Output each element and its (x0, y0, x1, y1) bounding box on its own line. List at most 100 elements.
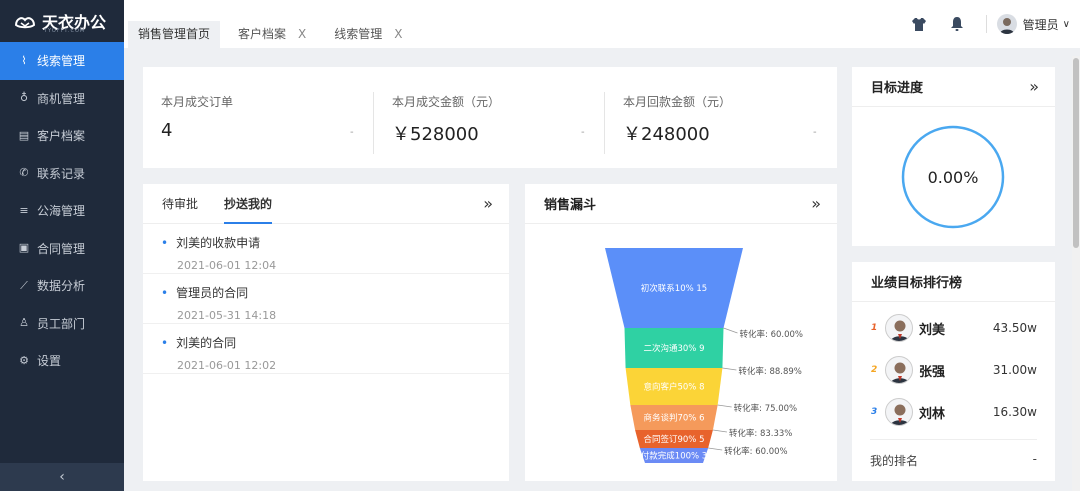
more-icon[interactable]: » (1029, 77, 1039, 96)
sidebar-item-label: 合同管理 (37, 241, 86, 256)
item-time: 2021-06-01 12:04 (177, 259, 277, 272)
stat-value: ￥248000 (623, 124, 710, 145)
bullet-icon: • (161, 286, 169, 300)
sidebar-item-8[interactable]: ⚙ 设置 (0, 342, 124, 380)
contract-icon: ▣ (18, 241, 30, 255)
rank-number: 2 (871, 365, 878, 375)
item-time: 2021-05-31 14:18 (177, 309, 277, 322)
list-item[interactable]: • 管理员的合同 2021-05-31 14:18 (143, 274, 509, 324)
item-title-text: 刘美的合同 (176, 336, 237, 350)
item-title-text: 刘美的收款申请 (176, 236, 261, 250)
stat-orders: 本月成交订单 4 (161, 93, 233, 141)
progress-text: 0.00% (928, 168, 979, 187)
list-item[interactable]: • 刘美的合同 2021-06-01 12:02 (143, 324, 509, 374)
more-icon[interactable]: » (811, 194, 821, 213)
bell-icon[interactable] (948, 15, 966, 33)
item-title: • 刘美的收款申请 (161, 234, 509, 251)
sidebar-item-5[interactable]: ▣ 合同管理 (0, 230, 124, 268)
close-icon[interactable]: X (394, 21, 402, 48)
conversion-leader-line (722, 367, 737, 371)
card-title: 销售漏斗 (544, 198, 597, 213)
stat-value: ￥528000 (392, 124, 479, 145)
sidebar-item-label: 线索管理 (37, 54, 86, 69)
card-title: 业绩目标排行榜 (871, 276, 963, 291)
scrollbar-thumb[interactable] (1073, 58, 1079, 248)
sidebar-item-7[interactable]: ♙ 员工部门 (0, 305, 124, 343)
tab-2[interactable]: 线索管理 X (324, 21, 412, 48)
stat-trend: - (581, 127, 585, 138)
tab-1[interactable]: 客户档案 X (228, 21, 316, 48)
stat-trend: - (813, 127, 817, 138)
sidebar-item-label: 公海管理 (37, 204, 86, 219)
conversion-rate-label: 转化率: 83.33% (729, 428, 792, 439)
user-menu-caret-icon[interactable]: ∨ (1063, 19, 1070, 30)
file-icon: ▤ (18, 128, 30, 142)
scrollbar[interactable] (1072, 56, 1080, 491)
bullet-icon: • (161, 336, 169, 350)
topbar: 销售管理首页 客户档案 X 线索管理 X 管理员 ∨ (124, 0, 1080, 48)
tab-label: 销售管理首页 (138, 27, 211, 41)
funnel-card: 销售漏斗 » 初次联系10% 15 转化率: 60.00% 二次沟通30% 9 转化率… (525, 184, 837, 481)
user-name[interactable]: 管理员 (1023, 16, 1059, 33)
list-icon: ≡ (19, 203, 29, 217)
item-time: 2021-06-01 12:02 (177, 359, 277, 372)
item-title-text: 管理员的合同 (176, 286, 249, 300)
stat-trend: - (350, 127, 354, 138)
rank-number: 1 (871, 323, 878, 333)
stat-payment: 本月回款金额（元） ￥248000 (623, 93, 731, 146)
conversion-rate-label: 转化率: 75.00% (734, 403, 797, 414)
rank-name: 刘美 (919, 322, 946, 338)
funnel-stage-label: 初次联系10% 15 (641, 283, 707, 294)
conversion-rate-label: 转化率: 88.89% (738, 366, 801, 377)
bulb-icon: ♁ (19, 91, 29, 105)
funnel-stage-label: 合同签订90% 5 (643, 434, 704, 445)
list-item[interactable]: • 刘美的收款申请 2021-06-01 12:04 (143, 224, 509, 274)
sidebar-item-4[interactable]: ≡ 公海管理 (0, 192, 124, 230)
more-icon[interactable]: » (483, 194, 493, 213)
avatar (885, 314, 913, 342)
stat-label: 本月成交订单 (161, 95, 234, 109)
gear-icon: ⚙ (19, 353, 29, 367)
divider (373, 92, 374, 154)
sidebar-item-6[interactable]: ⟋ 数据分析 (0, 267, 124, 305)
close-icon[interactable]: X (298, 21, 306, 48)
conversion-leader-line (717, 404, 732, 408)
stat-label: 本月回款金额（元） (623, 95, 732, 109)
logo-subtitle: TYOFFT.COM (44, 28, 86, 34)
sidebar-item-label: 设置 (37, 354, 62, 369)
rank-value: 31.00w (992, 363, 1037, 377)
tab-0[interactable]: 销售管理首页 (128, 21, 221, 48)
shirt-icon[interactable] (910, 15, 928, 33)
sidebar-item-3[interactable]: ✆ 联系记录 (0, 155, 124, 193)
funnel-stage-label: 二次沟通30% 9 (643, 343, 704, 354)
goal-progress-ring: 0.00% (901, 125, 1005, 229)
stat-value: 4 (161, 120, 173, 141)
logo[interactable]: 天衣办公 (0, 0, 124, 42)
tab-cc-me[interactable]: 抄送我的 (224, 184, 273, 224)
rank-row[interactable]: 2 张强 31.00w (852, 349, 1055, 391)
stat-label: 本月成交金额（元） (392, 95, 501, 109)
sidebar-item-0[interactable]: ⌇ 线索管理 (0, 42, 124, 80)
rank-row[interactable]: 3 刘林 16.30w (852, 391, 1055, 433)
funnel-stage-label: 商务谈判70% 6 (643, 413, 704, 424)
user-icon: ♙ (19, 316, 29, 330)
sidebar-item-label: 客户档案 (37, 129, 86, 144)
sidebar-collapse-button[interactable]: ‹ (0, 463, 124, 491)
conversion-leader-line (708, 447, 723, 451)
sidebar-item-label: 员工部门 (37, 316, 86, 331)
conversion-rate-label: 转化率: 60.00% (740, 329, 803, 340)
phone-icon: ✆ (19, 166, 29, 180)
avatar (885, 356, 913, 384)
rank-row[interactable]: 1 刘美 43.50w (852, 307, 1055, 349)
conversion-leader-line (712, 429, 727, 433)
funnel-stage-label: 付款完成100% 3 (641, 451, 707, 462)
tab-pending[interactable]: 待审批 (162, 184, 198, 224)
sidebar-item-1[interactable]: ♁ 商机管理 (0, 80, 124, 118)
rank-name: 刘林 (919, 406, 946, 422)
avatar[interactable] (996, 14, 1017, 34)
sidebar-item-label: 商机管理 (37, 91, 86, 106)
sidebar-item-2[interactable]: ▤ 客户档案 (0, 117, 124, 155)
stat-amount: 本月成交金额（元） ￥528000 (392, 93, 500, 146)
conversion-rate-label: 转化率: 60.00% (724, 446, 787, 457)
rank-number: 3 (871, 407, 878, 417)
